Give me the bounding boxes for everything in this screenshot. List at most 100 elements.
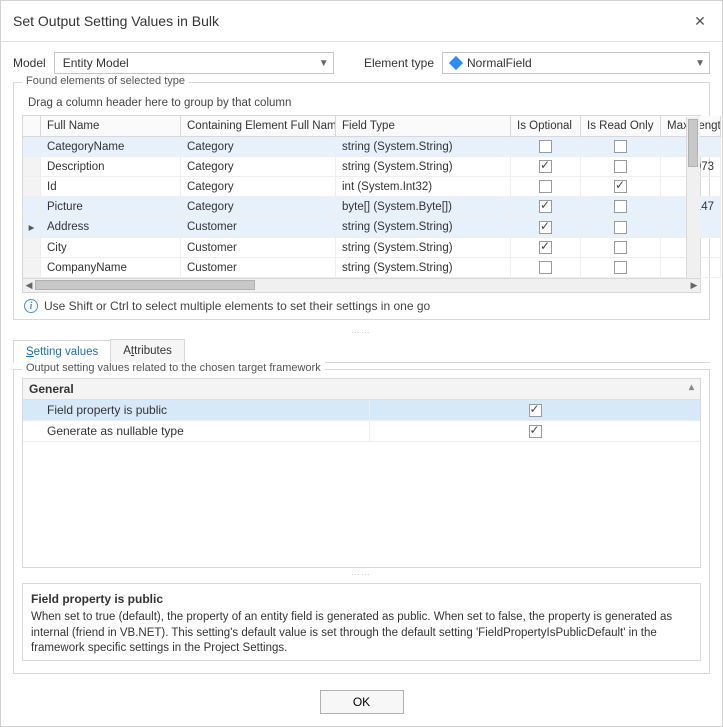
setting-value[interactable] [370,421,700,441]
horizontal-scrollbar[interactable]: ◀ ▶ [22,279,701,293]
cell-containing: Customer [181,258,336,278]
cell-is-optional[interactable] [511,157,581,177]
elements-grid-wrap: Drag a column header here to group by th… [22,91,701,293]
cell-field-type: byte[] (System.Byte[]) [336,197,511,217]
close-button[interactable]: ✕ [688,9,712,33]
row-header [23,137,41,157]
settings-grid[interactable]: General ▴ Field property is publicGenera… [22,378,701,568]
scroll-left-icon[interactable]: ◀ [23,279,35,291]
splitter-handle[interactable]: ⋯⋯ [13,328,710,337]
col-is-readonly[interactable]: Is Read Only [581,116,661,137]
collapse-icon[interactable]: ▴ [689,382,694,396]
cell-is-readonly[interactable] [581,258,661,278]
cell-field-type: string (System.String) [336,137,511,157]
cell-is-readonly[interactable] [581,177,661,197]
cell-is-readonly[interactable] [581,137,661,157]
cell-is-optional[interactable] [511,177,581,197]
row-header: ▸ [23,217,41,238]
checkbox-icon[interactable] [614,180,627,193]
tab-setting-values[interactable]: Setting values [13,340,111,363]
model-combobox[interactable]: Entity Model ▼ [54,52,334,74]
table-row[interactable]: PictureCategorybyte[] (System.Byte[])214… [23,197,700,217]
checkbox-icon[interactable] [614,200,627,213]
description-text: When set to true (default), the property… [31,610,692,657]
col-full-name[interactable]: Full Name [41,116,181,137]
scroll-thumb[interactable] [35,280,255,290]
col-containing[interactable]: Containing Element Full Name [181,116,336,137]
checkbox-icon[interactable] [539,140,552,153]
cell-field-type: string (System.String) [336,217,511,238]
element-type-combobox[interactable]: NormalField ▼ [442,52,710,74]
vertical-scrollbar[interactable] [686,117,700,278]
setting-name: Generate as nullable type [41,421,370,441]
col-field-type[interactable]: Field Type [336,116,511,137]
table-row[interactable]: CategoryNameCategorystring (System.Strin… [23,137,700,157]
dialog-body: Model Entity Model ▼ Element type Normal… [1,42,722,680]
settings-row[interactable]: Field property is public [23,400,700,421]
setting-value[interactable] [370,400,700,420]
checkbox-icon[interactable] [529,425,542,438]
checkbox-icon[interactable] [614,140,627,153]
titlebar: Set Output Setting Values in Bulk ✕ [1,1,722,42]
splitter-handle-2[interactable]: ⋯⋯ [22,570,701,579]
cell-full-name: CategoryName [41,137,181,157]
tabstrip: Setting values Attributes [13,339,710,363]
cell-field-type: int (System.Int32) [336,177,511,197]
scroll-right-icon[interactable]: ▶ [688,279,700,291]
cell-is-optional[interactable] [511,217,581,238]
grid-header-row: Full Name Containing Element Full Name F… [23,115,700,137]
checkbox-icon[interactable] [539,221,552,234]
col-is-optional[interactable]: Is Optional [511,116,581,137]
cell-containing: Category [181,177,336,197]
elements-grid[interactable]: Full Name Containing Element Full Name F… [22,115,701,279]
tab-attributes[interactable]: Attributes [110,339,185,362]
cell-is-readonly[interactable] [581,197,661,217]
found-elements-group: Found elements of selected type Drag a c… [13,82,710,320]
cell-is-optional[interactable] [511,197,581,217]
settings-row[interactable]: Generate as nullable type [23,421,700,442]
row-indent [23,400,41,420]
cell-is-readonly[interactable] [581,157,661,177]
table-row[interactable]: DescriptionCategorystring (System.String… [23,157,700,177]
settings-category-general[interactable]: General ▴ [23,379,700,400]
ok-button[interactable]: OK [320,690,404,714]
row-header [23,238,41,258]
model-label: Model [13,56,46,70]
checkbox-icon[interactable] [614,241,627,254]
table-row[interactable]: CityCustomerstring (System.String) [23,238,700,258]
cell-full-name: City [41,238,181,258]
group-by-hint[interactable]: Drag a column header here to group by th… [22,91,701,115]
table-row[interactable]: IdCategoryint (System.Int32) [23,177,700,197]
settings-legend: Output setting values related to the cho… [22,362,325,374]
checkbox-icon[interactable] [539,261,552,274]
description-panel: Field property is public When set to tru… [22,583,701,661]
cell-full-name: Address [41,217,181,238]
cell-is-optional[interactable] [511,238,581,258]
chevron-down-icon: ▼ [695,58,705,69]
checkbox-icon[interactable] [614,221,627,234]
checkbox-icon[interactable] [614,160,627,173]
cell-containing: Category [181,197,336,217]
row-header [23,197,41,217]
cell-full-name: Id [41,177,181,197]
grid-header-blank [23,116,41,137]
cell-containing: Category [181,157,336,177]
checkbox-icon[interactable] [539,241,552,254]
table-row[interactable]: ▸AddressCustomerstring (System.String) [23,217,700,238]
row-header [23,157,41,177]
cell-is-optional[interactable] [511,137,581,157]
checkbox-icon[interactable] [614,261,627,274]
checkbox-icon[interactable] [539,160,552,173]
checkbox-icon[interactable] [539,180,552,193]
description-title: Field property is public [31,592,692,606]
info-icon: i [24,299,38,313]
checkbox-icon[interactable] [539,200,552,213]
cell-is-readonly[interactable] [581,217,661,238]
checkbox-icon[interactable] [529,404,542,417]
vscroll-thumb[interactable] [688,119,698,167]
table-row[interactable]: CompanyNameCustomerstring (System.String… [23,258,700,278]
row-header [23,177,41,197]
cell-is-optional[interactable] [511,258,581,278]
cell-is-readonly[interactable] [581,238,661,258]
cell-field-type: string (System.String) [336,258,511,278]
